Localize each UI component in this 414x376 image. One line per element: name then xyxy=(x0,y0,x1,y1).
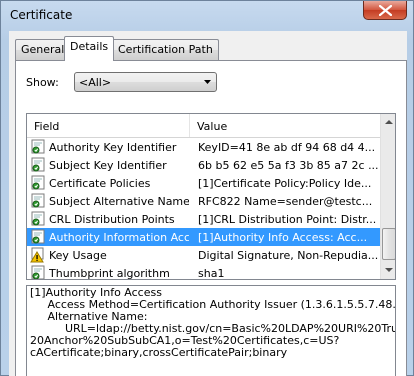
field-value: sha1 xyxy=(198,267,225,279)
field-name: Authority Information Access xyxy=(49,231,189,244)
show-dropdown[interactable]: <All> xyxy=(74,72,217,92)
details-line: cACertificate;binary,crossCertificatePai… xyxy=(30,346,288,359)
cert-field-icon xyxy=(31,175,45,190)
scroll-thumb[interactable] xyxy=(382,228,395,260)
table-row[interactable]: Subject Key Identifier 6b b5 62 e5 5a f3 … xyxy=(27,156,380,174)
show-label: Show: xyxy=(26,76,59,89)
cert-field-icon xyxy=(31,139,45,154)
cert-field-icon xyxy=(31,265,45,279)
field-value: [1]Authority Info Access: Acc... xyxy=(198,231,368,244)
details-tab-panel: Show: <All> Field Value Authority Key Id… xyxy=(15,60,407,376)
fields-list[interactable]: Field Value Authority Key Identifier KeyI… xyxy=(26,113,396,280)
field-name: Thumbprint algorithm xyxy=(49,267,170,279)
cert-field-icon xyxy=(31,157,45,172)
title-bar[interactable]: Certificate xyxy=(1,1,414,31)
close-icon xyxy=(379,5,392,16)
field-name: CRL Distribution Points xyxy=(49,213,175,226)
window-title: Certificate xyxy=(10,8,73,22)
dialog-client-area: General Details Certification Path Show:… xyxy=(9,31,407,376)
table-row[interactable]: Subject Alternative Name RFC822 Name=send… xyxy=(27,192,380,210)
table-row[interactable]: CRL Distribution Points [1]CRL Distributi… xyxy=(27,210,380,228)
field-value: Digital Signature, Non-Repudia... xyxy=(198,249,378,262)
table-row[interactable]: Key Usage Digital Signature, Non-Repudia.… xyxy=(27,246,380,264)
table-row[interactable]: Authority Key Identifier KeyID=41 8e ab d… xyxy=(27,138,380,156)
cert-field-icon xyxy=(31,211,45,226)
table-row[interactable]: Authority Information Access [1]Authority… xyxy=(27,228,380,246)
column-header-value[interactable]: Value xyxy=(190,114,380,137)
tab-certification-path-label: Certification Path xyxy=(118,43,213,56)
field-name: Subject Key Identifier xyxy=(49,159,167,172)
close-button[interactable] xyxy=(363,1,407,20)
list-rows: Authority Key Identifier KeyID=41 8e ab d… xyxy=(27,138,380,279)
arrow-up-icon xyxy=(385,120,393,124)
cert-field-icon xyxy=(31,229,45,244)
column-header-field[interactable]: Field xyxy=(27,114,190,137)
table-row[interactable]: Certificate Policies [1]Certificate Polic… xyxy=(27,174,380,192)
cert-field-icon xyxy=(31,193,45,208)
field-value: KeyID=41 8e ab df 94 68 d4 4... xyxy=(198,141,376,154)
field-name: Certificate Policies xyxy=(49,177,151,190)
chevron-down-icon xyxy=(204,80,211,84)
field-value: [1]CRL Distribution Point: Distr... xyxy=(198,213,377,226)
table-row[interactable]: Thumbprint algorithm sha1 xyxy=(27,264,380,279)
list-header: Field Value xyxy=(27,114,380,138)
field-name: Authority Key Identifier xyxy=(49,141,177,154)
tab-details[interactable]: Details xyxy=(64,36,115,61)
tab-certification-path[interactable]: Certification Path xyxy=(112,39,219,60)
field-value: RFC822 Name=sender@testc... xyxy=(198,195,373,208)
certificate-window: Certificate General Details Certificatio… xyxy=(0,0,414,376)
scroll-up-button[interactable] xyxy=(381,114,395,131)
scroll-down-button[interactable] xyxy=(381,262,395,279)
field-value: [1]Certificate Policy:Policy Ide... xyxy=(198,177,372,190)
field-name: Key Usage xyxy=(49,249,107,262)
field-value: 6b b5 62 e5 5a f3 3b 85 a7 2c ... xyxy=(198,159,378,172)
warning-cert-icon xyxy=(30,247,44,263)
field-details-textbox[interactable]: [1]Authority Info Access Access Method=C… xyxy=(26,285,396,376)
field-name: Subject Alternative Name xyxy=(49,195,189,208)
tab-general-label: General xyxy=(21,43,65,56)
tab-details-label: Details xyxy=(70,40,109,53)
show-dropdown-value: <All> xyxy=(79,76,112,89)
tab-general[interactable]: General xyxy=(15,39,71,60)
list-vertical-scrollbar[interactable] xyxy=(380,114,395,279)
arrow-down-icon xyxy=(385,268,393,272)
